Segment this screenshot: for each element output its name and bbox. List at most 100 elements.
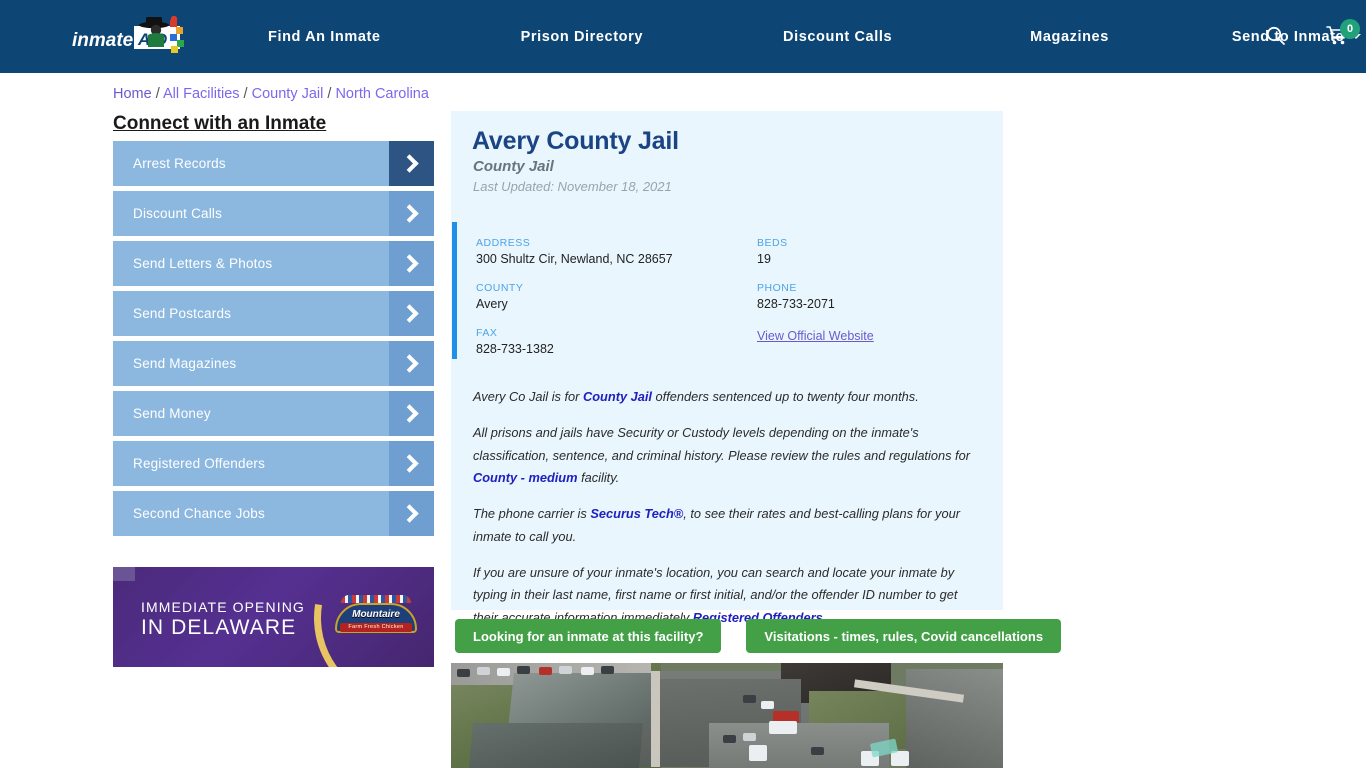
description-paragraph-1: Avery Co Jail is for County Jail offende… [473, 386, 985, 409]
detail-value: 19 [757, 252, 771, 266]
visitations-button[interactable]: Visitations - times, rules, Covid cancel… [746, 619, 1062, 653]
sidebar-item-second-chance-jobs[interactable]: Second Chance Jobs [113, 491, 434, 536]
sidebar-item-send-money[interactable]: Send Money [113, 391, 434, 436]
advertisement-banner[interactable]: IMMEDIATE OPENING IN DELAWARE Mountaire … [113, 567, 434, 667]
facility-type: County Jail [473, 158, 554, 175]
detail-value: 828-733-1382 [476, 342, 554, 356]
p2-text-b: facility. [577, 470, 620, 486]
facility-aerial-image[interactable] [451, 663, 1003, 768]
sidebar-item-label: Send Money [133, 406, 211, 421]
detail-fax: FAX 828-733-1382 [476, 327, 736, 356]
detail-label: ADDRESS [476, 237, 531, 249]
aerial-car [517, 666, 530, 674]
detail-phone: PHONE 828-733-2071 [757, 282, 987, 311]
aerial-car [743, 733, 756, 741]
detail-beds: BEDS 19 [757, 237, 987, 266]
site-logo[interactable]: inmate AID [72, 16, 196, 58]
breadcrumb-home[interactable]: Home [113, 86, 152, 102]
site-header: inmate AID Find An Inmate Prison Directo… [0, 0, 1366, 73]
breadcrumb-north-carolina[interactable]: North Carolina [335, 86, 429, 102]
aerial-car-truck [769, 721, 797, 734]
detail-county: COUNTY Avery [476, 282, 736, 311]
sidebar-item-send-letters-photos[interactable]: Send Letters & Photos [113, 241, 434, 286]
chevron-right-icon [389, 341, 434, 386]
description-paragraph-2: All prisons and jails have Security or C… [473, 422, 985, 490]
aerial-roof-lower [469, 723, 643, 768]
p3-text-a: The phone carrier is [473, 506, 591, 522]
aerial-roof-main [508, 673, 654, 729]
ad-corner-accent [113, 567, 135, 581]
aerial-car [559, 666, 572, 674]
details-column-left: ADDRESS 300 Shultz Cir, Newland, NC 2865… [476, 237, 736, 372]
detail-label: BEDS [757, 237, 788, 249]
search-icon[interactable] [1266, 26, 1286, 46]
facility-info-panel: Avery County Jail County Jail Last Updat… [451, 111, 1003, 625]
aerial-walkway-vertical [651, 671, 660, 767]
aerial-car [811, 747, 824, 755]
detail-value: 300 Shultz Cir, Newland, NC 28657 [476, 252, 673, 266]
aerial-car [477, 667, 490, 675]
detail-label: PHONE [757, 282, 797, 294]
sidebar-item-label: Send Letters & Photos [133, 256, 273, 271]
sidebar-item-send-magazines[interactable]: Send Magazines [113, 341, 434, 386]
breadcrumb-separator-2: / [239, 86, 252, 102]
looking-for-inmate-button[interactable]: Looking for an inmate at this facility? [455, 619, 722, 653]
chevron-right-icon [389, 391, 434, 436]
detail-website: View Official Website [757, 327, 987, 345]
aerial-car [749, 745, 767, 761]
aerial-car [761, 701, 774, 709]
last-updated: Last Updated: November 18, 2021 [473, 179, 672, 194]
sidebar-item-label: Registered Offenders [133, 456, 266, 471]
sidebar-item-label: Send Postcards [133, 306, 232, 321]
nav-discount-calls[interactable]: Discount Calls [773, 29, 902, 45]
p1-text-a: Avery Co Jail is for [473, 389, 583, 404]
sidebar-item-label: Second Chance Jobs [133, 506, 265, 521]
breadcrumb-county-jail[interactable]: County Jail [252, 86, 324, 102]
ad-brand-sub: Farm Fresh Chicken [340, 623, 412, 632]
ad-line-1: IMMEDIATE OPENING [141, 599, 305, 615]
sidebar-title[interactable]: Connect with an Inmate [113, 113, 326, 135]
chevron-right-icon [389, 141, 434, 186]
sidebar-item-label: Discount Calls [133, 206, 223, 221]
p1-text-b: offenders sentenced up to twenty four mo… [651, 389, 919, 404]
aerial-car [601, 666, 614, 674]
link-county-jail[interactable]: County Jail [583, 389, 652, 404]
mountaire-logo-icon: Mountaire Farm Fresh Chicken [335, 595, 417, 639]
chevron-right-icon [389, 291, 434, 336]
page-title[interactable]: Avery County Jail [472, 127, 679, 156]
cta-button-row: Looking for an inmate at this facility? … [455, 619, 1062, 653]
detail-value: 828-733-2071 [757, 297, 835, 311]
sidebar-menu: Arrest Records Discount Calls Send Lette… [113, 141, 434, 541]
breadcrumb: Home / All Facilities / County Jail / No… [113, 86, 429, 102]
link-county-medium[interactable]: County - medium [473, 470, 578, 485]
chevron-right-icon [389, 241, 434, 286]
aerial-car [457, 669, 470, 677]
facility-description: Avery Co Jail is for County Jail offende… [473, 386, 985, 643]
cart-count-badge: 0 [1340, 19, 1360, 39]
nav-prison-directory[interactable]: Prison Directory [511, 29, 653, 45]
view-official-website-link[interactable]: View Official Website [757, 329, 874, 343]
breadcrumb-separator-1: / [151, 86, 163, 102]
aerial-car [723, 735, 736, 743]
nav-find-an-inmate[interactable]: Find An Inmate [258, 29, 391, 45]
aerial-car [891, 751, 909, 766]
sidebar-item-discount-calls[interactable]: Discount Calls [113, 191, 434, 236]
p2-text-a: All prisons and jails have Security or C… [473, 424, 970, 463]
aerial-roof-far-right [906, 669, 1003, 768]
ad-line-2: IN DELAWARE [141, 615, 297, 639]
description-paragraph-3: The phone carrier is Securus Tech®, to s… [473, 503, 985, 549]
detail-label: FAX [476, 327, 498, 339]
sidebar-item-send-postcards[interactable]: Send Postcards [113, 291, 434, 336]
details-column-right: BEDS 19 PHONE 828-733-2071 View Official… [757, 237, 987, 361]
chevron-right-icon [389, 191, 434, 236]
header-icon-group: 0 [1126, 0, 1366, 73]
link-securus-tech[interactable]: Securus Tech® [590, 506, 683, 521]
aerial-car [497, 668, 510, 676]
svg-text:inmate: inmate [72, 30, 134, 51]
sidebar-item-registered-offenders[interactable]: Registered Offenders [113, 441, 434, 486]
breadcrumb-separator-3: / [323, 86, 336, 102]
nav-magazines[interactable]: Magazines [1020, 29, 1119, 45]
detail-address: ADDRESS 300 Shultz Cir, Newland, NC 2865… [476, 237, 736, 266]
breadcrumb-all-facilities[interactable]: All Facilities [163, 86, 240, 102]
sidebar-item-arrest-records[interactable]: Arrest Records [113, 141, 434, 186]
